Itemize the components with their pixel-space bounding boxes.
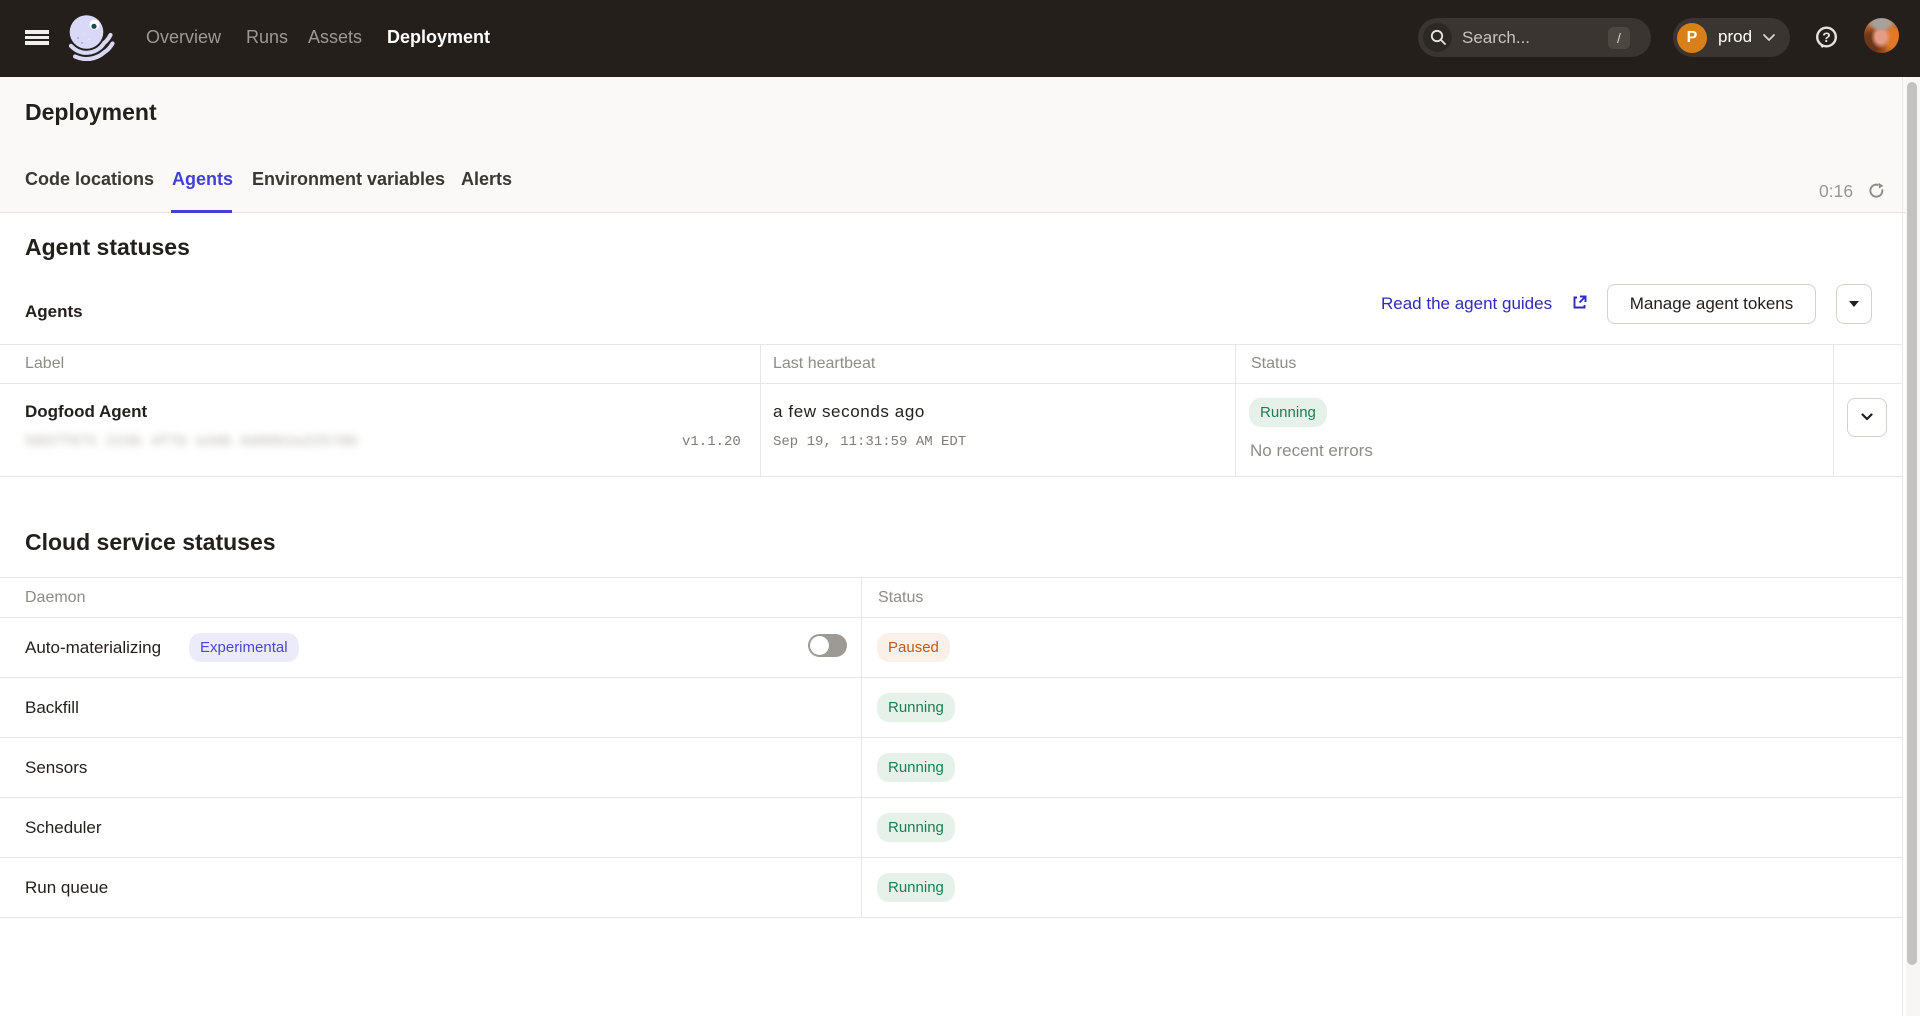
svg-text:?: ? — [1822, 29, 1831, 45]
